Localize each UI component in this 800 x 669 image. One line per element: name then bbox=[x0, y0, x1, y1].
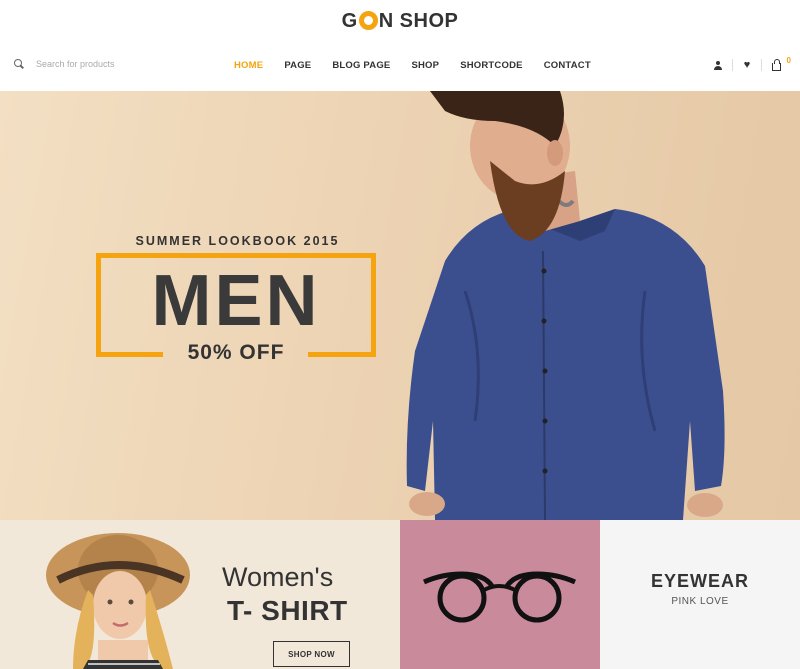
banner-eyewear[interactable]: EYEWEAR PINK LOVE bbox=[600, 520, 800, 669]
banner-womens-tshirt[interactable]: Women's T- SHIRT SHOP NOW bbox=[0, 520, 400, 669]
banner-eyewear-title: EYEWEAR bbox=[650, 571, 749, 591]
cart-icon bbox=[771, 58, 781, 71]
banner-eyewear-subtitle: PINK LOVE bbox=[671, 596, 729, 607]
hero-slider[interactable]: SUMMER LOOKBOOK 2015 MEN 50% OFF bbox=[0, 91, 800, 520]
banner-glasses[interactable] bbox=[400, 520, 600, 669]
nav-item-shop[interactable]: SHOP bbox=[411, 60, 439, 71]
nav-item-blog-page[interactable]: BLOG PAGE bbox=[332, 60, 390, 71]
cart-button[interactable]: 0 bbox=[762, 56, 791, 72]
logo-letter-n: N bbox=[378, 10, 394, 32]
banner-women-title: Women's bbox=[222, 562, 334, 592]
hero-headline: MEN bbox=[151, 261, 321, 341]
nav-item-shortcode[interactable]: SHORTCODE bbox=[460, 60, 523, 71]
account-button[interactable] bbox=[704, 58, 732, 72]
glasses-image bbox=[422, 571, 577, 623]
banner-woman-image bbox=[46, 533, 190, 669]
main-menu: HOME PAGE BLOG PAGE SHOP SHORTCODE CONTA… bbox=[234, 60, 612, 71]
search-icon[interactable] bbox=[14, 59, 24, 69]
header-icons: ♥ 0 bbox=[704, 56, 791, 72]
main-navbar: HOME PAGE BLOG PAGE SHOP SHORTCODE CONTA… bbox=[0, 50, 800, 82]
shop-now-button[interactable]: SHOP NOW bbox=[273, 641, 350, 667]
search-box[interactable] bbox=[14, 59, 156, 69]
search-input[interactable] bbox=[36, 59, 156, 69]
nav-item-home[interactable]: HOME bbox=[234, 60, 263, 71]
logo-shop-text: SHOP bbox=[399, 10, 459, 32]
hero-discount: 50% OFF bbox=[187, 341, 285, 364]
user-icon bbox=[714, 60, 722, 70]
hero-kicker: SUMMER LOOKBOOK 2015 bbox=[135, 234, 340, 248]
hero-model-image bbox=[406, 91, 725, 520]
logo-ring-icon bbox=[358, 11, 378, 30]
cart-count-badge: 0 bbox=[786, 56, 791, 65]
site-logo[interactable]: G N SHOP bbox=[0, 10, 800, 33]
logo-letter-g: G bbox=[341, 10, 358, 32]
heart-icon: ♥ bbox=[743, 58, 751, 71]
nav-item-page[interactable]: PAGE bbox=[284, 60, 311, 71]
banner-women-subtitle: T- SHIRT bbox=[227, 595, 348, 626]
nav-item-contact[interactable]: CONTACT bbox=[544, 60, 591, 71]
wishlist-button[interactable]: ♥ bbox=[733, 58, 761, 72]
